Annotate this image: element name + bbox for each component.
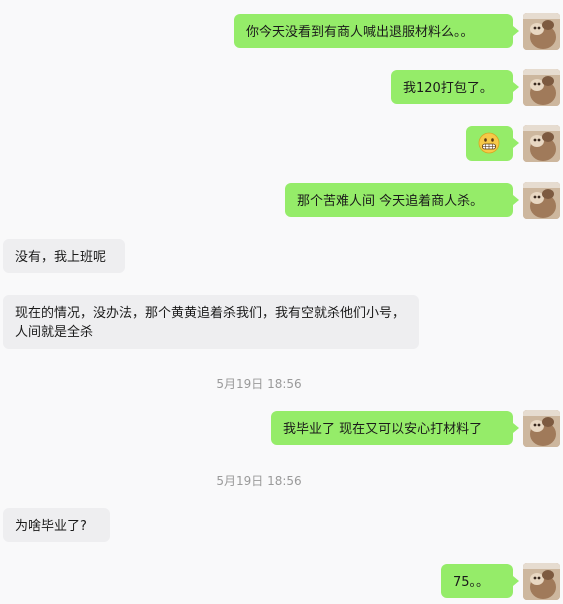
outgoing-emoji-bubble[interactable] [466,126,513,161]
bubble-tail [513,138,519,148]
incoming-message-bubble[interactable]: 为啥毕业了? [3,508,110,542]
user-avatar[interactable] [523,125,560,162]
user-avatar[interactable] [523,563,560,600]
bubble-tail [513,576,519,586]
incoming-message-bubble[interactable]: 没有，我上班呢 [3,239,125,273]
outgoing-message-bubble[interactable]: 我毕业了 现在又可以安心打材料了 [271,411,513,445]
message-text: 没有，我上班呢 [15,250,107,265]
message-text: 我毕业了 现在又可以安心打材料了 [283,422,483,437]
bubble-tail [513,82,519,92]
user-avatar[interactable] [523,182,560,219]
message-text: 那个苦难人间 今天追着商人杀。 [297,194,484,209]
chat-message-list[interactable]: 你今天没看到有商人喊出退服材料么。。 我120打包了。 那个苦难人间 今天追着商… [0,0,563,604]
outgoing-message-bubble[interactable]: 你今天没看到有商人喊出退服材料么。。 [234,14,513,48]
message-timestamp: 5月19日 18:56 [216,377,302,391]
bubble-tail [513,423,519,433]
incoming-message-bubble[interactable]: 现在的情况，没办法，那个黄黄追着杀我们，我有空就杀他们小号，人间就是全杀 [3,295,419,349]
user-avatar[interactable] [523,69,560,106]
message-text: 75。。 [453,575,490,590]
outgoing-message-bubble[interactable]: 我120打包了。 [391,70,513,104]
message-text: 现在的情况，没办法，那个黄黄追着杀我们，我有空就杀他们小号，人间就是全杀 [15,306,406,340]
grimacing-face-icon [478,132,500,154]
message-text: 你今天没看到有商人喊出退服材料么。。 [246,25,474,40]
message-text: 我120打包了。 [403,81,493,96]
user-avatar[interactable] [523,13,560,50]
bubble-tail [513,195,519,205]
message-text: 为啥毕业了? [15,519,87,534]
message-timestamp: 5月19日 18:56 [216,474,302,488]
bubble-tail [513,26,519,36]
user-avatar[interactable] [523,410,560,447]
outgoing-message-bubble[interactable]: 那个苦难人间 今天追着商人杀。 [285,183,513,217]
outgoing-message-bubble[interactable]: 75。。 [441,564,513,598]
